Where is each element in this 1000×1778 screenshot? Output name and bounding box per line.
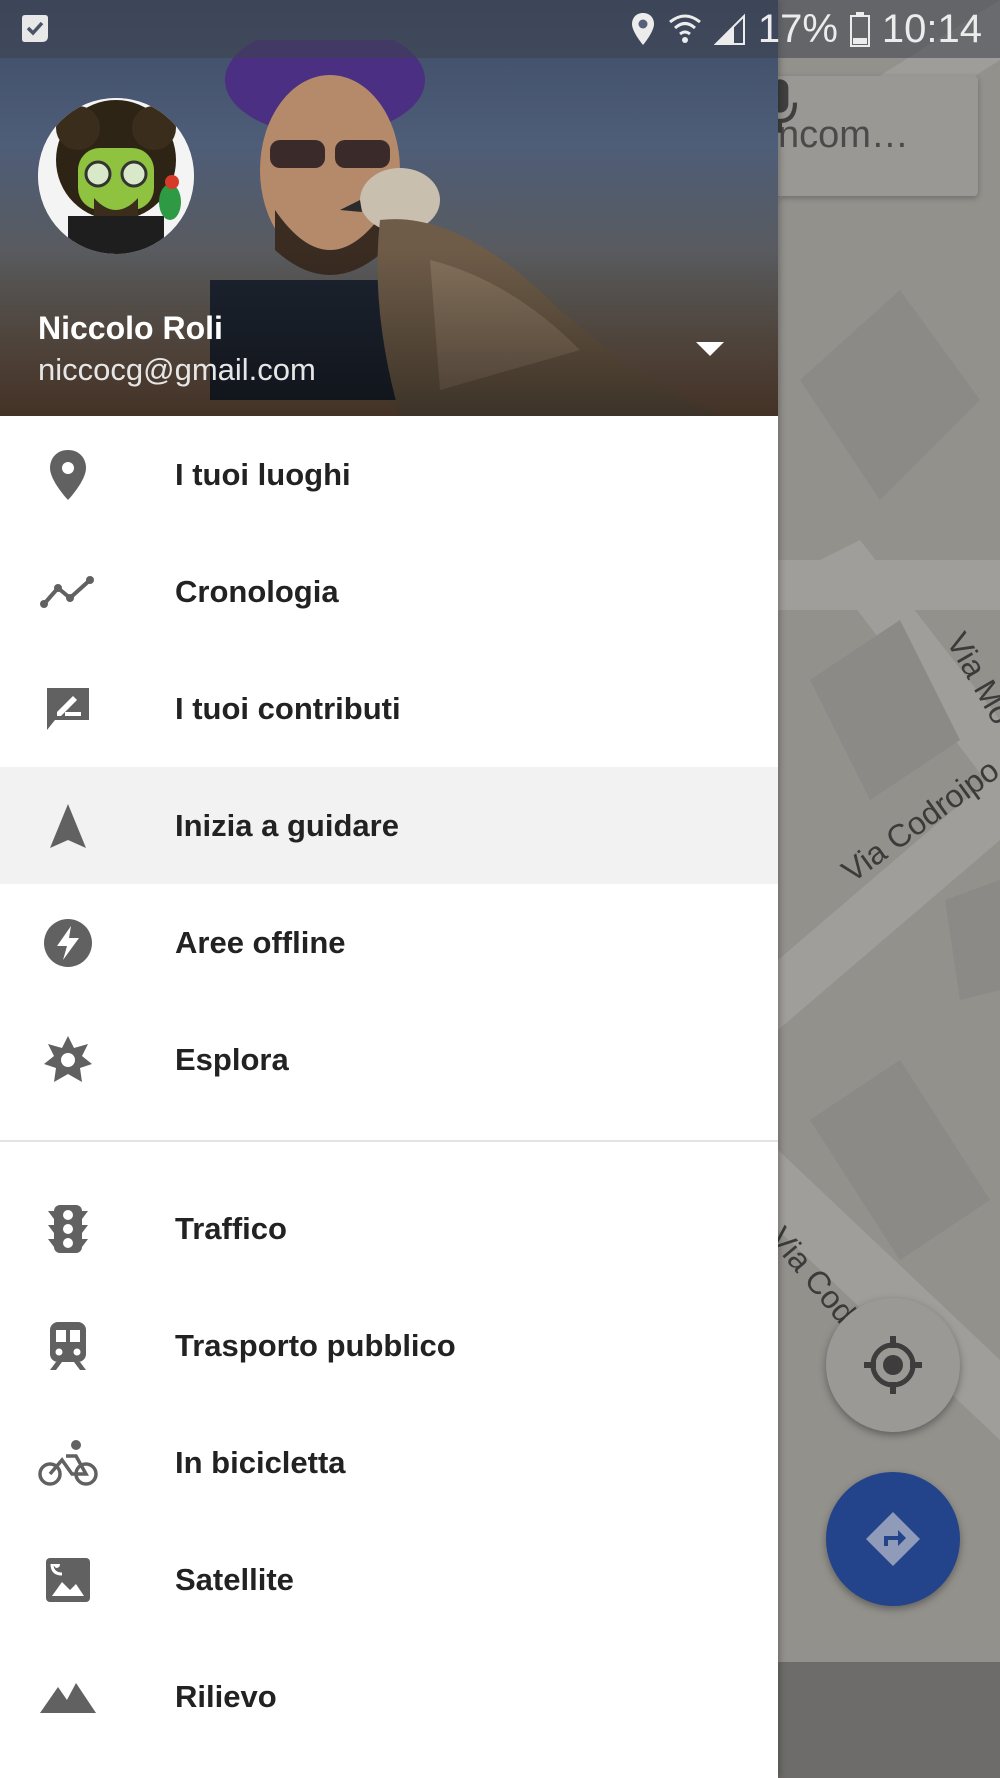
menu-item-traffic[interactable]: Traffico <box>0 1170 778 1287</box>
account-switcher-dropdown-icon[interactable] <box>696 338 724 358</box>
menu-item-terrain[interactable]: Rilievo <box>0 1638 778 1755</box>
notification-check-icon <box>22 15 48 42</box>
my-location-button[interactable] <box>826 1298 960 1432</box>
terrain-icon <box>38 1667 98 1727</box>
wifi-icon <box>668 14 701 43</box>
avatar[interactable] <box>38 98 194 254</box>
menu-item-bicycling[interactable]: In bicicletta <box>0 1404 778 1521</box>
map-bottom-sheet <box>778 1662 1000 1778</box>
battery-percent: 17% <box>757 6 838 51</box>
menu-label: Trasporto pubblico <box>175 1327 456 1363</box>
navigation-icon <box>38 796 98 856</box>
explore-icon <box>38 1030 98 1090</box>
offline-bolt-icon <box>38 913 98 973</box>
account-email: niccocg@gmail.com <box>38 352 316 387</box>
menu-label: Inizia a guidare <box>175 807 399 843</box>
bicycle-icon <box>38 1433 98 1493</box>
clock: 10:14 <box>881 6 982 51</box>
cell-signal-icon <box>713 13 745 45</box>
transit-icon <box>38 1316 98 1376</box>
menu-label: Satellite <box>175 1561 294 1597</box>
menu-divider <box>0 1140 778 1142</box>
menu-item-transit[interactable]: Trasporto pubblico <box>0 1287 778 1404</box>
menu-item-your-places[interactable]: I tuoi luoghi <box>0 416 778 533</box>
timeline-icon <box>38 562 98 622</box>
map-search-bar[interactable]: ncom… <box>760 76 978 196</box>
rate-review-icon <box>38 679 98 739</box>
directions-button[interactable] <box>826 1472 960 1606</box>
drawer-menu: I tuoi luoghi Cronologia I tuoi contribu… <box>0 416 778 1755</box>
menu-label: Cronologia <box>175 573 339 609</box>
menu-item-satellite[interactable]: Satellite <box>0 1521 778 1638</box>
menu-item-timeline[interactable]: Cronologia <box>0 533 778 650</box>
menu-label: In bicicletta <box>175 1444 346 1480</box>
menu-label: Esplora <box>175 1041 289 1077</box>
navigation-drawer: Niccolo Roli niccocg@gmail.com I tuoi lu… <box>0 0 778 1778</box>
menu-label: Rilievo <box>175 1678 277 1714</box>
battery-icon <box>849 12 870 47</box>
menu-item-explore[interactable]: Esplora <box>0 1001 778 1118</box>
menu-item-contributions[interactable]: I tuoi contributi <box>0 650 778 767</box>
status-bar: 17% 10:14 <box>0 0 1000 58</box>
menu-label: I tuoi luoghi <box>175 456 351 492</box>
menu-item-offline-areas[interactable]: Aree offline <box>0 884 778 1001</box>
menu-label: I tuoi contributi <box>175 690 401 726</box>
account-header[interactable]: Niccolo Roli niccocg@gmail.com <box>0 0 778 416</box>
avatar-image <box>38 98 194 254</box>
my-location-icon <box>864 1336 922 1394</box>
place-pin-icon <box>38 445 98 505</box>
menu-label: Aree offline <box>175 924 346 960</box>
location-status-icon <box>631 13 654 45</box>
menu-label: Traffico <box>175 1210 287 1246</box>
traffic-icon <box>38 1199 98 1259</box>
satellite-icon <box>38 1550 98 1610</box>
directions-icon <box>866 1512 920 1566</box>
account-name: Niccolo Roli <box>38 310 223 346</box>
menu-item-start-driving[interactable]: Inizia a guidare <box>0 767 778 884</box>
